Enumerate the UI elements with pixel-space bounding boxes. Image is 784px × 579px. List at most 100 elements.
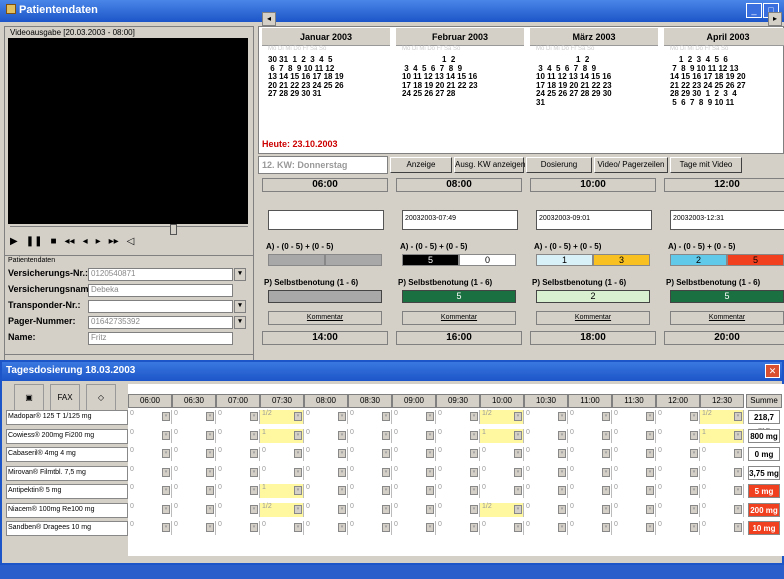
close-button[interactable]: ✕ xyxy=(765,364,780,378)
dose-cell[interactable]: 0 ▾ xyxy=(392,428,436,443)
dropdown-icon[interactable]: ▾ xyxy=(602,486,610,495)
dose-cell[interactable]: 0 ▾ xyxy=(392,447,436,461)
month-days[interactable]: 1 2 3 4 5 6 7 8 9 10 11 12 13 14 15 16 1… xyxy=(664,55,784,107)
dropdown-icon[interactable]: ▾ xyxy=(558,412,566,421)
dose-cell[interactable]: 0 ▾ xyxy=(172,521,216,535)
video-slider[interactable] xyxy=(10,226,248,234)
dose-cell[interactable]: 0 ▾ xyxy=(392,484,436,498)
dose-cell[interactable]: 0 ▾ xyxy=(612,410,656,424)
dose-cell[interactable]: 0 ▾ xyxy=(568,428,612,443)
toolbar-button[interactable]: Ausg. KW anzeigen xyxy=(454,157,525,173)
dropdown-icon[interactable]: ▾ xyxy=(250,430,258,440)
comment-button[interactable]: Kommentar xyxy=(402,311,516,325)
comment-button[interactable]: Kommentar xyxy=(536,311,650,325)
dose-cell[interactable]: 0 ▾ xyxy=(128,410,172,424)
dose-cell[interactable]: 0 ▾ xyxy=(480,447,524,461)
dose-cell[interactable]: 1 ▾ xyxy=(700,428,744,443)
dose-cell[interactable]: 0 ▾ xyxy=(216,428,260,443)
dose-cell[interactable]: 0 ▾ xyxy=(524,465,568,480)
dropdown-icon[interactable]: ▾ xyxy=(206,449,214,458)
dropdown-icon[interactable]: ▾ xyxy=(426,523,434,532)
dropdown-icon[interactable]: ▾ xyxy=(514,486,522,495)
dropdown-icon[interactable]: ▾ xyxy=(470,486,478,495)
dropdown-icon[interactable]: ▾ xyxy=(250,412,258,421)
dropdown-icon[interactable]: ▾ xyxy=(690,412,698,421)
toolbar-button[interactable]: Anzeige xyxy=(390,157,452,173)
dropdown-icon[interactable]: ▾ xyxy=(602,412,610,421)
dose-cell[interactable]: 0 ▾ xyxy=(216,465,260,480)
dose-cell[interactable]: 0 ▾ xyxy=(304,484,348,498)
dropdown-icon[interactable]: ▾ xyxy=(470,430,478,440)
dropdown-icon[interactable]: ▾ xyxy=(646,504,654,514)
dropdown-icon[interactable]: ▾ xyxy=(646,523,654,532)
dropdown-icon[interactable]: ▾ xyxy=(294,523,302,532)
dropdown-icon[interactable]: ▾ xyxy=(382,504,390,514)
dropdown-icon[interactable]: ▾ xyxy=(162,467,170,477)
dropdown-icon[interactable]: ▾ xyxy=(558,449,566,458)
dose-cell[interactable]: 0 ▾ xyxy=(700,521,744,535)
dose-cell[interactable]: 0 ▾ xyxy=(612,484,656,498)
dose-cell[interactable]: 0 ▾ xyxy=(128,428,172,443)
dropdown-icon[interactable]: ▾ xyxy=(338,486,346,495)
dose-cell[interactable]: 0 ▾ xyxy=(568,484,612,498)
dose-cell[interactable]: 1 ▾ xyxy=(260,428,304,443)
dropdown-icon[interactable]: ▾ xyxy=(206,467,214,477)
dropdown-icon[interactable]: ▾ xyxy=(250,449,258,458)
dose-cell[interactable]: 0 ▾ xyxy=(524,428,568,443)
dropdown-icon[interactable]: ▾ xyxy=(338,430,346,440)
field-value[interactable]: Debeka xyxy=(88,284,233,297)
dose-cell[interactable]: 0 ▾ xyxy=(172,447,216,461)
dropdown-icon[interactable]: ▾ xyxy=(426,486,434,495)
dose-cell[interactable]: 0 ▾ xyxy=(480,484,524,498)
dose-cell[interactable]: 0 ▾ xyxy=(524,410,568,424)
dropdown-icon[interactable]: ▾ xyxy=(206,430,214,440)
dose-cell[interactable]: 0 ▾ xyxy=(700,484,744,498)
dropdown-icon[interactable]: ▾ xyxy=(734,467,742,477)
dropdown-icon[interactable]: ▾ xyxy=(558,430,566,440)
dropdown-icon[interactable]: ▾ xyxy=(558,504,566,514)
dropdown-icon[interactable]: ▾ xyxy=(162,523,170,532)
month-days[interactable]: 1 2 3 4 5 6 7 8 9 10 11 12 13 14 15 16 1… xyxy=(530,55,658,107)
dropdown-icon[interactable]: ▾ xyxy=(734,523,742,532)
calendar-next-button[interactable]: ▸ xyxy=(768,12,782,26)
dose-cell[interactable]: 0 ▾ xyxy=(216,521,260,535)
dose-cell[interactable]: 0 ▾ xyxy=(348,521,392,535)
dose-cell[interactable]: 0 ▾ xyxy=(612,428,656,443)
dropdown-icon[interactable]: ▾ xyxy=(514,504,522,514)
dose-cell[interactable]: 0 ▾ xyxy=(436,465,480,480)
dropdown-icon[interactable]: ▾ xyxy=(382,486,390,495)
dose-cell[interactable]: 1/2 ▾ xyxy=(480,410,524,424)
field-value[interactable]: 01642735392 xyxy=(88,316,233,329)
toolbar-button[interactable]: Video/ Pagerzeilen xyxy=(594,157,668,173)
dropdown-icon[interactable]: ▾ xyxy=(250,523,258,532)
rewind-icon[interactable]: ◂◂ xyxy=(65,236,75,247)
dropdown-icon[interactable]: ▾ xyxy=(426,449,434,458)
dropdown-icon[interactable]: ▾ xyxy=(514,523,522,532)
dropdown-icon[interactable]: ▾ xyxy=(690,504,698,514)
dropdown-icon[interactable]: ▾ xyxy=(250,486,258,495)
dose-cell[interactable]: 0 ▾ xyxy=(436,428,480,443)
dose-cell[interactable]: 0 ▾ xyxy=(260,465,304,480)
dose-cell[interactable]: 0 ▾ xyxy=(568,465,612,480)
save-icon[interactable]: ▣ xyxy=(14,384,44,412)
dropdown-icon[interactable]: ▾ xyxy=(250,467,258,477)
eraser-icon[interactable]: ◇ xyxy=(86,384,116,412)
timestamp-field[interactable] xyxy=(268,210,384,230)
dose-cell[interactable]: 0 ▾ xyxy=(656,502,700,517)
dose-cell[interactable]: 0 ▾ xyxy=(172,465,216,480)
dropdown-icon[interactable]: ▾ xyxy=(426,504,434,514)
field-value[interactable]: 0120540871 xyxy=(88,268,233,281)
dropdown-icon[interactable]: ▾ xyxy=(162,412,170,421)
dropdown-icon[interactable]: ▾ xyxy=(734,412,742,421)
dose-cell[interactable]: 0 ▾ xyxy=(568,502,612,517)
dropdown-icon[interactable]: ▾ xyxy=(294,430,302,440)
dropdown-icon[interactable]: ▾ xyxy=(734,430,742,440)
dose-cell[interactable]: 0 ▾ xyxy=(480,521,524,535)
dose-cell[interactable]: 0 ▾ xyxy=(524,502,568,517)
dropdown-icon[interactable]: ▾ xyxy=(206,412,214,421)
dropdown-icon[interactable]: ▾ xyxy=(690,523,698,532)
timestamp-field[interactable]: 20032003-09:01 xyxy=(536,210,652,230)
dropdown-icon[interactable]: ▾ xyxy=(162,486,170,495)
dropdown-icon[interactable]: ▾ xyxy=(234,300,246,313)
dropdown-icon[interactable]: ▾ xyxy=(294,504,302,514)
